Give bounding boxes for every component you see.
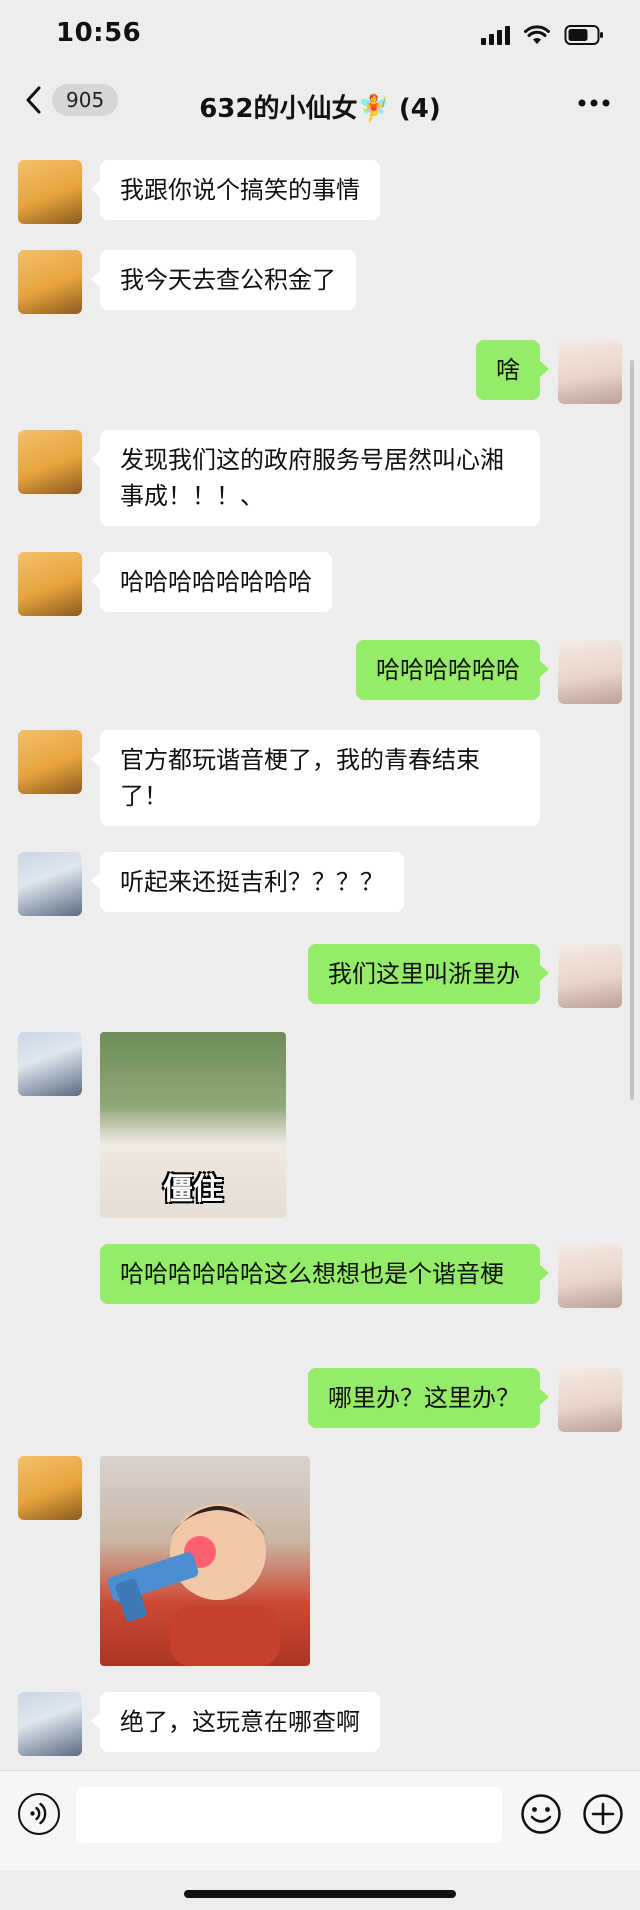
- voice-button[interactable]: [18, 1793, 60, 1835]
- chat-screen: 10:56 905 632的小仙女🧚 (4) 我跟你说个搞笑的事情 我今天去查公…: [0, 0, 640, 1910]
- chat-title: 632的小仙女🧚 (4): [199, 94, 441, 124]
- plus-icon: [583, 1794, 623, 1834]
- self-avatar[interactable]: [558, 944, 622, 1008]
- sender-avatar[interactable]: [18, 1692, 82, 1756]
- voice-icon: [30, 1802, 47, 1825]
- sender-avatar[interactable]: [18, 250, 82, 314]
- sticker-caption: 僵住: [163, 1172, 223, 1207]
- add-button[interactable]: [582, 1793, 624, 1835]
- wifi-icon: [524, 25, 550, 45]
- message-bubble[interactable]: 啥: [476, 340, 549, 400]
- status-bar: 10:56: [0, 0, 640, 70]
- sticker-image[interactable]: [100, 1456, 310, 1666]
- sender-avatar[interactable]: [18, 160, 82, 224]
- scrollbar[interactable]: [630, 360, 634, 1100]
- input-bar: [0, 1770, 640, 1870]
- signal-icon: [481, 25, 510, 45]
- message-bubble[interactable]: 我们这里叫浙里办: [308, 944, 549, 1004]
- emoji-icon: [521, 1794, 561, 1834]
- message-bubble[interactable]: 哈哈哈哈哈哈: [356, 640, 549, 700]
- status-time: 10:56: [56, 18, 142, 48]
- message-bubble[interactable]: 绝了，这玩意在哪查啊: [91, 1692, 380, 1752]
- sender-avatar[interactable]: [18, 852, 82, 916]
- self-avatar[interactable]: [558, 1244, 622, 1308]
- nav-bar: 905 632的小仙女🧚 (4): [0, 70, 640, 138]
- self-avatar[interactable]: [558, 1368, 622, 1432]
- more-icon: [578, 99, 610, 107]
- sender-avatar[interactable]: [18, 552, 82, 616]
- message-bubble[interactable]: 我今天去查公积金了: [91, 250, 356, 310]
- message-bubble[interactable]: 发现我们这的政府服务号居然叫心湘事成！！！、: [91, 430, 540, 526]
- self-avatar[interactable]: [558, 340, 622, 404]
- status-icons: [481, 22, 604, 48]
- sticker-illustration: [107, 1504, 280, 1666]
- self-avatar[interactable]: [558, 640, 622, 704]
- message-bubble[interactable]: 哈哈哈哈哈哈哈哈: [91, 552, 332, 612]
- message-input[interactable]: [76, 1787, 502, 1843]
- sender-avatar[interactable]: [18, 730, 82, 794]
- sender-avatar[interactable]: [18, 1032, 82, 1096]
- message-bubble[interactable]: 哪里办？这里办？: [308, 1368, 549, 1428]
- message-bubble[interactable]: 官方都玩谐音梗了，我的青春结束了！: [91, 730, 540, 826]
- message-bubble[interactable]: 听起来还挺吉利？？？？: [91, 852, 404, 912]
- sender-avatar[interactable]: [18, 1456, 82, 1520]
- message-bubble[interactable]: 我跟你说个搞笑的事情: [91, 160, 380, 220]
- emoji-button[interactable]: [520, 1793, 562, 1835]
- battery-icon: [564, 24, 604, 46]
- home-indicator[interactable]: [184, 1890, 456, 1898]
- more-button[interactable]: [574, 88, 614, 118]
- sticker-image[interactable]: 僵住: [100, 1032, 286, 1218]
- message-bubble[interactable]: 哈哈哈哈哈哈这么想想也是个谐音梗: [100, 1244, 549, 1304]
- sender-avatar[interactable]: [18, 430, 82, 494]
